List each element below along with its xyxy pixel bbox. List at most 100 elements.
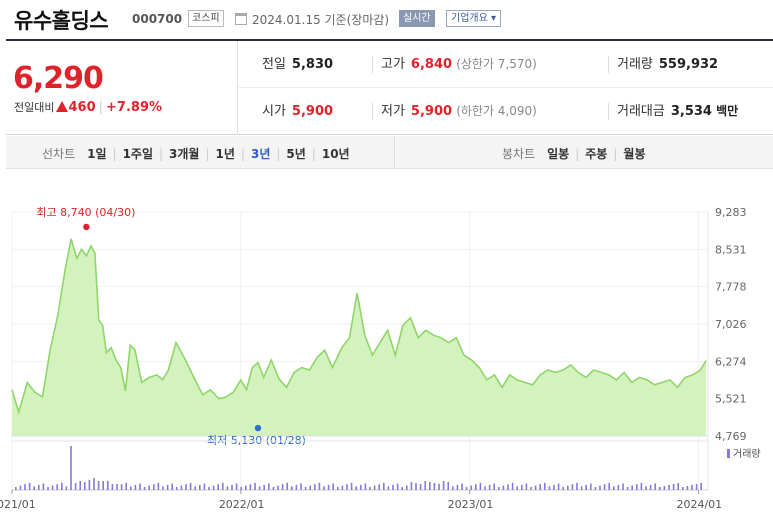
high-value: 6,840	[410, 57, 453, 72]
trade-value: 3,534	[670, 104, 712, 119]
volume-bar	[189, 482, 192, 490]
volume-bar	[585, 484, 587, 490]
volume-bar	[424, 481, 426, 490]
volume-bar	[617, 484, 620, 490]
volume-bar	[194, 486, 196, 490]
volume-bar	[318, 482, 321, 490]
change-row: 전일대비 460 | +7.89%	[14, 100, 163, 115]
volume-bar	[185, 484, 187, 490]
volume-bar	[672, 484, 675, 490]
open-cell: 시가 5,900	[262, 88, 333, 135]
y-tick-label: 9,283	[715, 206, 747, 219]
volume-bar	[166, 484, 169, 490]
volume-bar	[240, 487, 242, 490]
volume-bar	[622, 483, 624, 490]
volume-bar	[120, 484, 123, 490]
prev-close-cell: 전일 5,830	[262, 41, 333, 88]
volume-bar	[447, 482, 449, 490]
volume-bar	[631, 485, 633, 490]
volume-bar	[360, 484, 362, 490]
upper-limit: (상한가 7,570)	[456, 57, 537, 71]
candle-daily[interactable]: 일봉	[547, 147, 569, 161]
volume-bar	[392, 484, 394, 490]
volume-bar	[383, 482, 385, 490]
volume-bar	[300, 483, 302, 490]
trade-value-unit: 백만	[716, 104, 739, 118]
x-tick-label: 2024/01	[676, 498, 722, 511]
volume-bar	[346, 484, 348, 490]
period-3y[interactable]: 3년	[251, 147, 270, 161]
lower-limit: (하한가 4,090)	[456, 104, 537, 118]
volume-bar	[419, 484, 422, 490]
y-tick-label: 6,274	[715, 355, 747, 368]
period-1w[interactable]: 1주일	[123, 147, 153, 161]
volume-bar	[148, 485, 150, 490]
volume-bar	[594, 487, 597, 490]
volume-bar	[659, 487, 661, 490]
change-percent: +7.89%	[106, 100, 163, 115]
volume-legend-swatch	[727, 449, 730, 458]
stock-code: 000700	[132, 12, 183, 26]
volume-bar	[56, 484, 58, 490]
volume-bar	[304, 487, 307, 490]
up-arrow-icon	[56, 101, 69, 112]
volume-bar	[277, 485, 279, 490]
candle-monthly[interactable]: 월봉	[623, 147, 645, 161]
volume-bar	[654, 483, 656, 490]
volume-bar	[153, 484, 155, 490]
volume-bar	[93, 478, 95, 490]
volume-bar	[626, 487, 629, 490]
period-1y[interactable]: 1년	[216, 147, 235, 161]
summary-row-2: 시가 5,900 저가 5,900 (하한가 4,090) 거래대금 3,534 백만	[238, 88, 773, 135]
volume-bar	[691, 485, 693, 490]
volume-bar	[406, 485, 408, 490]
volume-bar	[212, 485, 215, 490]
candle-weekly[interactable]: 주봉	[585, 147, 607, 161]
volume-bar	[576, 482, 578, 490]
volume-bar	[484, 486, 486, 490]
period-1d[interactable]: 1일	[87, 147, 106, 161]
volume-bar	[130, 486, 132, 490]
high-label: 고가	[381, 57, 405, 72]
volume-bar	[521, 484, 523, 490]
open-label: 시가	[262, 104, 286, 119]
volume-bar	[640, 482, 643, 490]
volume-bar	[203, 483, 206, 490]
volume-bar	[295, 484, 298, 490]
volume-bar	[245, 485, 247, 490]
volume-bar	[544, 482, 546, 490]
volume-bar	[516, 486, 518, 490]
high-annotation: 최고 8,740 (04/30)	[36, 206, 135, 219]
period-5y[interactable]: 5년	[286, 147, 305, 161]
volume-bar	[162, 486, 164, 490]
volume-bar	[314, 484, 316, 490]
volume-bar	[369, 487, 371, 490]
period-3m[interactable]: 3개월	[169, 147, 199, 161]
change-label: 전일대비	[14, 101, 55, 114]
volume-bar	[208, 487, 210, 490]
volume-cell: 거래량 559,932	[608, 56, 718, 73]
volume-bar	[700, 483, 702, 490]
x-tick-label: 2023/01	[448, 498, 494, 511]
volume-bar	[378, 484, 380, 490]
volume-bar	[47, 487, 49, 490]
period-selector: 선차트 1일 | 1주일 | 3개월 | 1년 | 3년 | 5년 | 10년 봉차트 일봉 | 주봉 | 월봉	[6, 136, 773, 169]
candle-chart-label: 봉차트	[502, 147, 536, 161]
line-chart-label: 선차트	[42, 147, 76, 161]
volume-bar	[88, 480, 91, 490]
volume-bar	[268, 483, 270, 490]
volume-bar	[649, 484, 652, 490]
volume-bar	[608, 482, 610, 490]
volume-bar	[410, 482, 413, 490]
current-price: 6,290	[13, 61, 104, 96]
volume-bar	[332, 483, 334, 490]
volume-bar	[511, 482, 514, 490]
volume-bar	[199, 484, 201, 490]
volume-bar	[465, 487, 468, 490]
volume-bar	[176, 487, 178, 490]
volume-bar	[272, 487, 275, 490]
volume-bar	[157, 482, 160, 490]
company-overview-dropdown[interactable]: 기업개요 ▾	[446, 10, 501, 27]
realtime-button[interactable]: 실시간	[399, 10, 435, 27]
period-10y[interactable]: 10년	[322, 147, 350, 161]
